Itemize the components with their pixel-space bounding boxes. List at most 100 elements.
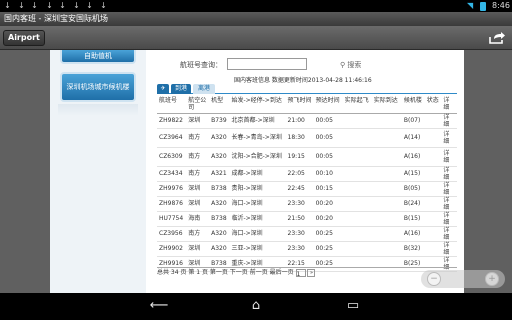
cell-route: 海口->深圳 bbox=[229, 226, 286, 242]
cell-aircraft: B739 bbox=[209, 113, 230, 129]
cell-sched-arr: 00:05 bbox=[313, 113, 343, 129]
cell-terminal: B(07) bbox=[401, 113, 425, 129]
cell-aircraft: A320 bbox=[209, 226, 230, 242]
cell-detail[interactable]: 详细 bbox=[441, 113, 457, 129]
download-notification-icon[interactable]: ↓ bbox=[18, 1, 25, 11]
cell-detail[interactable]: 详细 bbox=[441, 147, 457, 167]
cell-actual-dep bbox=[342, 211, 372, 227]
col-actual-arr: 实际到达 bbox=[371, 96, 402, 114]
zoom-out-icon[interactable]: − bbox=[427, 272, 441, 286]
app-bar: Airport bbox=[0, 26, 512, 50]
col-airline: 航空公司 bbox=[186, 96, 210, 114]
cell-detail[interactable]: 详细 bbox=[441, 196, 457, 212]
cell-route: 临沂->深圳 bbox=[229, 211, 286, 227]
cell-sched-arr: 00:05 bbox=[313, 128, 343, 148]
cell-airline: 深圳 bbox=[186, 196, 210, 212]
download-notification-icon[interactable]: ↓ bbox=[4, 1, 11, 11]
self-checkin-button[interactable]: 自助值机 bbox=[60, 50, 136, 64]
flight-search-input[interactable] bbox=[227, 58, 307, 70]
plane-icon: ✈ bbox=[157, 84, 169, 94]
cell-sched-dep: 23:30 bbox=[285, 226, 314, 242]
cell-route: 三亚->深圳 bbox=[229, 241, 286, 257]
cell-route: 贵阳->深圳 bbox=[229, 181, 286, 197]
status-clock: 8:46 bbox=[492, 1, 510, 10]
download-notification-icon[interactable]: ↓ bbox=[100, 1, 107, 11]
table-row: CZ3956 南方 A320 海口->深圳 23:30 00:25 A(16) 详细 bbox=[157, 226, 457, 242]
col-status: 状态 bbox=[424, 96, 442, 114]
table-row: CZ3434 南方 A321 成都->深圳 22:05 00:10 A(15) 详细 bbox=[157, 166, 457, 182]
col-detail: 详细 bbox=[441, 96, 457, 114]
cell-detail[interactable]: 详细 bbox=[441, 181, 457, 197]
airport-home-button[interactable]: Airport bbox=[3, 30, 45, 46]
cell-actual-dep bbox=[342, 128, 372, 148]
cell-aircraft: A320 bbox=[209, 196, 230, 212]
page-number-input[interactable]: 1 bbox=[295, 268, 306, 278]
cell-detail[interactable]: 详细 bbox=[441, 226, 457, 242]
cell-status bbox=[424, 113, 442, 129]
cell-status bbox=[424, 241, 442, 257]
cell-sched-arr: 00:20 bbox=[313, 211, 343, 227]
cell-actual-arr bbox=[371, 166, 402, 182]
zoom-in-icon[interactable]: + bbox=[485, 272, 499, 286]
table-row: CZ6309 南方 A320 沈阳->合肥->深圳 19:15 00:05 A(16) 详细 bbox=[157, 147, 457, 167]
flight-table: 航班号 航空公司 机型 始发->经停->到达 预飞时间 预达时间 实际起飞 实际… bbox=[157, 96, 457, 272]
download-notification-icon[interactable]: ↓ bbox=[59, 1, 66, 11]
page-go-button[interactable]: » bbox=[307, 268, 316, 277]
cell-actual-dep bbox=[342, 241, 372, 257]
tab-departures[interactable]: 离港 bbox=[193, 84, 215, 94]
cell-detail[interactable]: 详细 bbox=[441, 166, 457, 182]
update-info: 国内客班信息 数据更新时间2013-04-28 11:46:16 bbox=[234, 77, 372, 84]
download-notification-icon[interactable]: ↓ bbox=[46, 1, 53, 11]
download-notification-icon[interactable]: ↓ bbox=[86, 1, 93, 11]
navigation-bar: ⟵ ⌂ ▭ bbox=[0, 293, 512, 320]
city-terminal-button[interactable]: 深圳机场城市候机楼 bbox=[60, 72, 136, 102]
table-row: CZ3964 南方 A320 长春->青岛->深圳 18:30 00:05 A(14) 详细 bbox=[157, 128, 457, 148]
cell-flight-no: CZ3956 bbox=[157, 226, 187, 242]
cell-flight-no: HU7754 bbox=[157, 211, 187, 227]
cell-detail[interactable]: 详细 bbox=[441, 211, 457, 227]
cell-status bbox=[424, 128, 442, 148]
table-header-row: 航班号 航空公司 机型 始发->经停->到达 预飞时间 预达时间 实际起飞 实际… bbox=[157, 96, 457, 114]
cell-status bbox=[424, 147, 442, 167]
cell-actual-dep bbox=[342, 196, 372, 212]
cell-actual-dep bbox=[342, 113, 372, 129]
flight-tabs: ✈ 到港 离港 bbox=[157, 84, 457, 94]
cell-status bbox=[424, 196, 442, 212]
home-icon[interactable]: ⌂ bbox=[244, 299, 268, 313]
cell-aircraft: B738 bbox=[209, 211, 230, 227]
window-title: 国内客班 - 深圳宝安国际机场 bbox=[0, 12, 512, 26]
cell-actual-arr bbox=[371, 113, 402, 129]
pager-text[interactable]: 总共 34 页 第 1 页 第一页 下一页 前一页 最后一页 bbox=[157, 269, 294, 276]
back-icon[interactable]: ⟵ bbox=[147, 299, 171, 313]
search-button[interactable]: ⚲ 搜索 bbox=[340, 60, 361, 70]
battery-icon bbox=[480, 2, 486, 11]
cell-sched-arr: 00:25 bbox=[313, 226, 343, 242]
cell-flight-no: ZH9876 bbox=[157, 196, 187, 212]
cell-terminal: B(32) bbox=[401, 241, 425, 257]
cell-airline: 深圳 bbox=[186, 113, 210, 129]
web-page: 自助值机 深圳机场城市候机楼 航班号查询： ⚲ 搜索 国内客班信息 数据更新时间… bbox=[50, 50, 464, 293]
download-notification-icon[interactable]: ↓ bbox=[73, 1, 80, 11]
col-sched-dep: 预飞时间 bbox=[285, 96, 314, 114]
recents-icon[interactable]: ▭ bbox=[341, 299, 365, 313]
cell-terminal: A(15) bbox=[401, 166, 425, 182]
cell-sched-arr: 00:05 bbox=[313, 147, 343, 167]
cell-aircraft: A320 bbox=[209, 128, 230, 148]
cell-sched-dep: 23:30 bbox=[285, 241, 314, 257]
cell-sched-dep: 22:05 bbox=[285, 166, 314, 182]
cell-route: 长春->青岛->深圳 bbox=[229, 128, 286, 148]
wifi-icon: ◥ bbox=[467, 1, 474, 10]
cell-flight-no: CZ6309 bbox=[157, 147, 187, 167]
table-row: HU7754 海南 B738 临沂->深圳 21:50 00:20 B(15) 详细 bbox=[157, 211, 457, 227]
cell-aircraft: A320 bbox=[209, 147, 230, 167]
cell-actual-arr bbox=[371, 226, 402, 242]
cell-sched-arr: 00:15 bbox=[313, 181, 343, 197]
cell-aircraft: A320 bbox=[209, 241, 230, 257]
web-content: 自助值机 深圳机场城市候机楼 航班号查询： ⚲ 搜索 国内客班信息 数据更新时间… bbox=[0, 50, 512, 293]
cell-detail[interactable]: 详细 bbox=[441, 128, 457, 148]
download-notification-icon[interactable]: ↓ bbox=[31, 1, 38, 11]
cell-detail[interactable]: 详细 bbox=[441, 241, 457, 257]
tab-arrivals[interactable]: 到港 bbox=[171, 84, 191, 94]
share-icon[interactable] bbox=[488, 31, 506, 45]
col-flight-no: 航班号 bbox=[157, 96, 187, 114]
